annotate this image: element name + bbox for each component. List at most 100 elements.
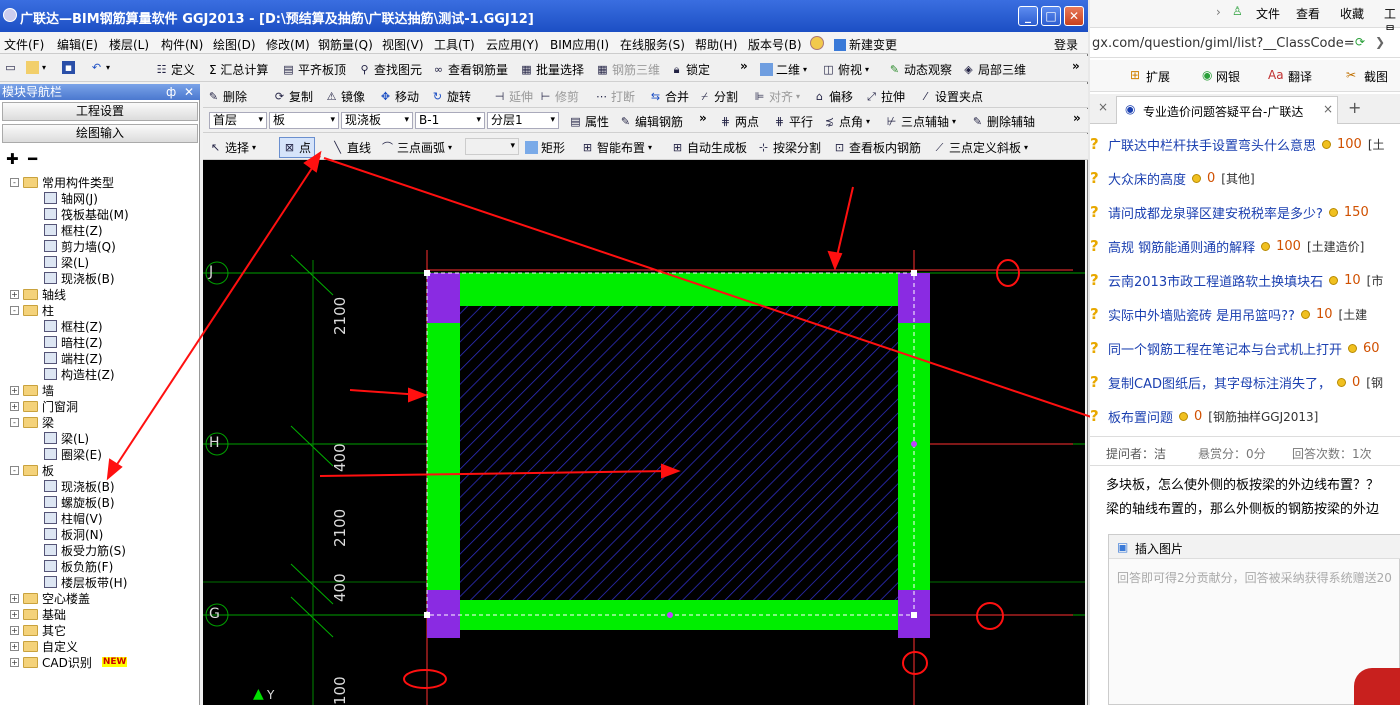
question-title[interactable]: 复制CAD图纸后，其字母标注消失了， bbox=[1108, 373, 1331, 392]
align-button[interactable]: ⊫ 对齐 ▾ bbox=[753, 88, 800, 105]
question-title[interactable]: 广联达中栏杆扶手设置弯头什么意思 bbox=[1108, 135, 1316, 154]
move-button[interactable]: ✥ 移动 bbox=[379, 88, 419, 105]
collapse-all-icon[interactable]: ━ bbox=[28, 150, 37, 168]
close-button[interactable]: ✕ bbox=[1064, 6, 1084, 26]
rect-tool-button[interactable]: 矩形 bbox=[525, 139, 565, 156]
question-item[interactable]: ? 实际中外墙贴瓷砖 是用吊篮吗?? 10 [土建 bbox=[1090, 304, 1367, 324]
address-bar[interactable]: gx.com/question/giml/list?__ClassCode= ⟳… bbox=[1090, 30, 1400, 58]
line-tool-button[interactable]: ╲ 直线 bbox=[331, 139, 371, 156]
tree-item[interactable]: 现浇板(B) bbox=[44, 478, 115, 494]
view-2d-dropdown[interactable]: 二维 ▾ bbox=[760, 61, 807, 78]
point-angle-button[interactable]: ⋨ 点角 ▾ bbox=[823, 113, 870, 130]
tree-item[interactable]: 圈梁(E) bbox=[44, 446, 102, 462]
smart-layout-button[interactable]: ⊞ 智能布置 ▾ bbox=[581, 139, 652, 156]
minimize-button[interactable]: _ bbox=[1018, 6, 1038, 26]
trim-button[interactable]: ⊢ 修剪 bbox=[539, 88, 579, 105]
tree-item[interactable]: 暗柱(Z) bbox=[44, 334, 103, 350]
menu-component[interactable]: 构件(N) bbox=[161, 36, 203, 53]
rotate-button[interactable]: ↻ 旋转 bbox=[431, 88, 471, 105]
three-point-slope-button[interactable]: ⟋ 三点定义斜板 ▾ bbox=[933, 139, 1028, 156]
toolbar-overflow-3[interactable]: » bbox=[699, 111, 707, 125]
arc-mode-select[interactable]: ▾ bbox=[465, 138, 519, 155]
type-select[interactable]: 现浇板 ▾ bbox=[341, 112, 413, 129]
question-item[interactable]: ? 高规 钢筋能通则通的解释 100 [土建造价] bbox=[1090, 236, 1364, 256]
tree-item[interactable]: 板负筋(F) bbox=[44, 558, 113, 574]
rebar-3d-button[interactable]: ▦ 钢筋三维 bbox=[596, 61, 660, 78]
tree-item[interactable]: 构造柱(Z) bbox=[44, 366, 115, 382]
view-rebar-button[interactable]: ∞ 查看钢筋量 bbox=[432, 61, 508, 78]
tree-item[interactable]: 框柱(Z) bbox=[44, 318, 103, 334]
mirror-button[interactable]: ⚠ 镜像 bbox=[325, 88, 365, 105]
dynamic-view-button[interactable]: ✎ 动态观察 bbox=[888, 61, 952, 78]
delete-aux-button[interactable]: ✎ 删除辅轴 bbox=[971, 113, 1035, 130]
split-by-beam-button[interactable]: ⊹ 按梁分割 bbox=[757, 139, 821, 156]
view-inner-rebar-button[interactable]: ⊡ 查看板内钢筋 bbox=[833, 139, 921, 156]
browser-menu-file[interactable]: 文件 bbox=[1256, 5, 1280, 22]
toolbar-overflow-2[interactable]: » bbox=[1072, 59, 1080, 73]
tree-item[interactable]: + 基础 bbox=[10, 606, 66, 622]
menu-draw[interactable]: 绘图(D) bbox=[213, 36, 256, 53]
insert-image-button[interactable]: 插入图片 bbox=[1135, 540, 1183, 557]
drawing-input-button[interactable]: 绘图输入 bbox=[2, 124, 198, 143]
ext-expand[interactable]: 扩展 bbox=[1146, 68, 1170, 85]
toolbar-overflow-4[interactable]: » bbox=[1073, 111, 1081, 125]
menu-view[interactable]: 视图(V) bbox=[382, 36, 424, 53]
tree-item[interactable]: + 自定义 bbox=[10, 638, 78, 654]
local-3d-button[interactable]: ◈ 局部三维 bbox=[962, 61, 1026, 78]
toolbar-overflow-1[interactable]: » bbox=[740, 59, 748, 73]
new-tab-button[interactable]: + bbox=[1348, 98, 1361, 117]
lock-button[interactable]: 🔒︎ 锁定 bbox=[670, 61, 710, 78]
question-title[interactable]: 实际中外墙贴瓷砖 是用吊篮吗?? bbox=[1108, 305, 1295, 324]
edit-rebar-button[interactable]: ✎ 编辑钢筋 bbox=[619, 113, 683, 130]
ext-screenshot[interactable]: 截图 bbox=[1364, 68, 1388, 85]
auto-slab-button[interactable]: ⊞ 自动生成板 bbox=[671, 139, 747, 156]
question-item[interactable]: ? 板布置问题 0 [钢筋抽样GGJ2013] bbox=[1090, 406, 1318, 426]
undo-button[interactable]: ↶ ▾ bbox=[90, 61, 110, 74]
collapse-icon[interactable]: - bbox=[10, 177, 19, 187]
copy-button[interactable]: ⟳ 复制 bbox=[273, 88, 313, 105]
menu-tools[interactable]: 工具(T) bbox=[434, 36, 475, 53]
top-view-dropdown[interactable]: ◫ 俯视 ▾ bbox=[822, 61, 869, 78]
active-tab[interactable]: ◉ 专业造价问题答疑平台-广联达 × bbox=[1116, 96, 1338, 124]
question-item[interactable]: ? 请问成都龙泉驿区建安税税率是多少? 150 bbox=[1090, 202, 1375, 222]
menu-version[interactable]: 版本号(B) bbox=[748, 36, 802, 53]
tree-item[interactable]: 现浇板(B) bbox=[44, 270, 115, 286]
expand-icon[interactable]: + bbox=[10, 401, 19, 411]
canvas-drawing[interactable] bbox=[203, 160, 1085, 705]
corner-mascot-icon[interactable] bbox=[1354, 668, 1400, 705]
tree-item[interactable]: + 空心楼盖 bbox=[10, 590, 90, 606]
login-link[interactable]: 登录 bbox=[1054, 36, 1078, 53]
dropdown-chevron-icon[interactable]: ❯ bbox=[1375, 35, 1385, 49]
save-button[interactable]: ▪ bbox=[62, 61, 75, 74]
user-icon[interactable]: ♙ bbox=[1232, 4, 1243, 18]
merge-button[interactable]: ⇆ 合并 bbox=[649, 88, 689, 105]
tree-item[interactable]: + 门窗洞 bbox=[10, 398, 78, 414]
expand-icon[interactable]: + bbox=[10, 609, 19, 619]
two-point-axis-button[interactable]: ⋕ 两点 bbox=[719, 113, 759, 130]
tree-item[interactable]: 板受力筋(S) bbox=[44, 542, 126, 558]
tree-item[interactable]: 梁(L) bbox=[44, 254, 89, 270]
expand-icon[interactable]: + bbox=[10, 385, 19, 395]
define-button[interactable]: ☷ 定义 bbox=[155, 61, 195, 78]
menu-new-change[interactable]: 新建变更 bbox=[834, 36, 897, 53]
batch-select-button[interactable]: ▦ 批量选择 bbox=[520, 61, 584, 78]
menu-bim[interactable]: BIM应用(I) bbox=[550, 36, 609, 53]
expand-icon[interactable]: + bbox=[10, 625, 19, 635]
expand-icon[interactable]: + bbox=[10, 289, 19, 299]
collapse-icon[interactable]: - bbox=[10, 465, 19, 475]
tree-item[interactable]: - 常用构件类型 bbox=[10, 174, 114, 190]
browser-menu-view[interactable]: 查看 bbox=[1296, 5, 1320, 22]
name-select[interactable]: B-1 ▾ bbox=[415, 112, 485, 129]
expand-icon[interactable]: + bbox=[10, 641, 19, 651]
expand-icon[interactable]: + bbox=[10, 657, 19, 667]
three-point-aux-button[interactable]: ⊬ 三点辅轴 ▾ bbox=[885, 113, 956, 130]
tree-item[interactable]: -梁 bbox=[10, 414, 54, 430]
tree-item[interactable]: 梁(L) bbox=[44, 430, 89, 446]
tab-close-left[interactable]: × bbox=[1098, 100, 1108, 114]
stretch-button[interactable]: ⤢ 拉伸 bbox=[865, 88, 905, 105]
tree-item[interactable]: 螺旋板(B) bbox=[44, 494, 115, 510]
answer-input[interactable]: 回答即可得2分贡献分，回答被采纳获得系统赠送20 bbox=[1117, 569, 1392, 586]
arc-tool-button[interactable]: ⌒ 三点画弧 ▾ bbox=[381, 139, 452, 156]
tree-item[interactable]: 柱帽(V) bbox=[44, 510, 103, 526]
menu-cloud[interactable]: 云应用(Y) bbox=[486, 36, 539, 53]
